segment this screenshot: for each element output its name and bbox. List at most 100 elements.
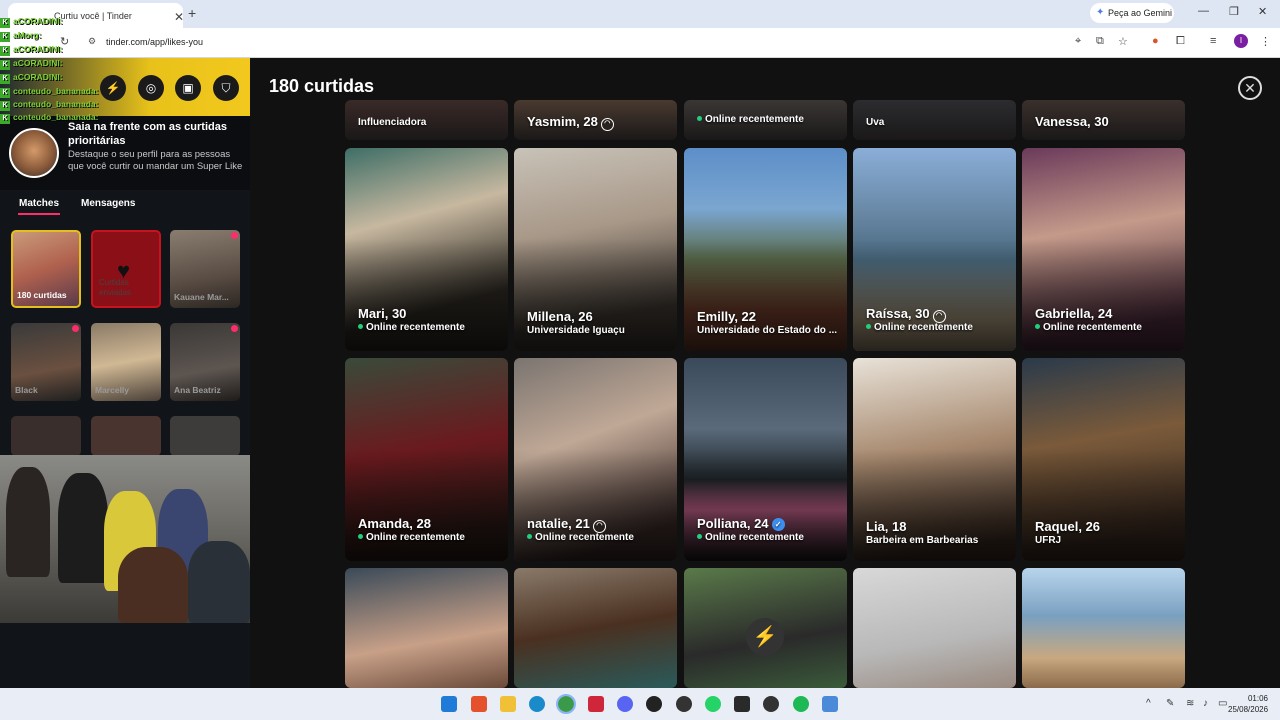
profile-card[interactable]: Yasmim, 28 ◠ xyxy=(514,100,677,140)
profile-card[interactable]: Mari, 30 Online recentemente xyxy=(345,148,508,351)
profile-card[interactable]: Raquel, 26 UFRJ xyxy=(1022,358,1185,561)
tray-chevron-icon[interactable]: ^ xyxy=(1146,698,1151,709)
wifi-icon[interactable]: ≋ xyxy=(1186,698,1194,709)
card-name: Emilly, 22 xyxy=(697,309,757,324)
volume-icon[interactable]: ♪ xyxy=(1203,698,1208,709)
match-thumb[interactable]: Black xyxy=(11,323,81,401)
profile-card[interactable]: Uva xyxy=(853,100,1016,140)
terminal-icon[interactable] xyxy=(734,696,750,712)
battery-icon[interactable]: ▭ xyxy=(1218,698,1227,709)
work-button[interactable]: ▣ xyxy=(175,75,201,101)
profile-card[interactable]: Vanessa, 30 xyxy=(1022,100,1185,140)
profile-card[interactable]: Online recentemente xyxy=(684,100,847,140)
close-button[interactable]: ✕ xyxy=(1238,76,1262,100)
match-thumb[interactable]: Kauane Mar... xyxy=(170,230,240,308)
safety-button[interactable]: ⛉ xyxy=(213,75,239,101)
page-title: 180 curtidas xyxy=(269,76,375,96)
whatsapp-icon[interactable] xyxy=(705,696,721,712)
compass-icon: ◎ xyxy=(145,81,157,95)
clock[interactable]: 01:06 25/08/2026 xyxy=(1228,693,1268,715)
extension-flame-icon[interactable]: ● xyxy=(1152,35,1159,47)
file-explorer-icon[interactable] xyxy=(500,696,516,712)
profile-card[interactable]: Polliana, 24 ✓ Online recentemente xyxy=(684,358,847,561)
match-name: Black xyxy=(15,385,38,395)
window-close-icon[interactable]: ✕ xyxy=(1258,5,1267,18)
match-thumb[interactable] xyxy=(170,416,240,456)
card-name: natalie, 21 ◠ xyxy=(527,516,606,533)
gemini-button[interactable]: ✦ Peça ao Gemini xyxy=(1090,3,1174,23)
match-thumb[interactable]: Ana Beatriz xyxy=(170,323,240,401)
explore-button[interactable]: ◎ xyxy=(138,75,164,101)
person-silhouette xyxy=(6,467,50,577)
profile-card[interactable]: natalie, 21 ◠ Online recentemente xyxy=(514,358,677,561)
profile-card[interactable]: Gabriella, 24 Online recentemente xyxy=(1022,148,1185,351)
obs-icon[interactable] xyxy=(646,696,662,712)
profile-card[interactable] xyxy=(1022,568,1185,688)
match-thumb[interactable] xyxy=(91,416,161,456)
pen-icon[interactable]: ✎ xyxy=(1166,698,1174,709)
card-name: Raquel, 26 xyxy=(1035,519,1101,534)
bookmark-star-icon[interactable]: ☆ xyxy=(1118,35,1128,48)
profile-card[interactable]: Raíssa, 30 ◠ Online recentemente xyxy=(853,148,1016,351)
minimize-icon[interactable]: — xyxy=(1198,5,1209,17)
profile-card[interactable]: Millena, 26 Universidade Iguaçu xyxy=(514,148,677,351)
profile-avatar[interactable]: I xyxy=(1234,34,1248,48)
discord-icon[interactable] xyxy=(617,696,633,712)
new-tab-icon[interactable]: + xyxy=(188,5,196,21)
card-name: Millena, 26 xyxy=(527,309,593,324)
shield-icon: ⛉ xyxy=(221,81,231,95)
menu-icon[interactable]: ⋮ xyxy=(1260,35,1271,48)
gemini-icon: ✦ xyxy=(1096,7,1105,18)
boost-fab[interactable]: ⚡ xyxy=(746,618,784,656)
match-thumb[interactable] xyxy=(11,416,81,456)
site-info-icon[interactable]: ⚙ xyxy=(88,36,96,47)
lightning-icon: ⚡ xyxy=(752,626,778,648)
interests-icon: ◠ xyxy=(600,118,614,131)
profile-card[interactable] xyxy=(853,568,1016,688)
location-icon[interactable]: ⌖ xyxy=(1075,35,1081,48)
media-icon[interactable]: ≡ xyxy=(1210,35,1216,47)
match-thumb[interactable]: Marcelly xyxy=(91,323,161,401)
new-match-dot xyxy=(72,325,79,332)
tab-matches[interactable]: Matches xyxy=(19,198,59,209)
edge-icon[interactable] xyxy=(529,696,545,712)
match-name: Marcelly xyxy=(95,385,130,395)
app-icon[interactable] xyxy=(588,696,604,712)
windows-taskbar: ^ ✎ ≋ ♪ ▭ 01:06 25/08/2026 xyxy=(0,688,1280,720)
card-name: Raíssa, 30 ◠ xyxy=(866,306,946,323)
briefcase-icon: ▣ xyxy=(182,81,194,95)
chrome-icon[interactable] xyxy=(556,694,576,714)
card-name: Polliana, 24 ✓ xyxy=(697,516,785,531)
url-field[interactable]: tinder.com/app/likes-you xyxy=(106,37,203,47)
browser-tab[interactable]: Curtiu você | Tinder ✕ xyxy=(8,3,184,28)
profile-card[interactable]: Amanda, 28 Online recentemente xyxy=(345,358,508,561)
boost-button[interactable]: ⚡ xyxy=(100,75,126,101)
brave-icon[interactable] xyxy=(471,696,487,712)
tab-messages[interactable]: Mensagens xyxy=(81,198,135,209)
tab-close-icon[interactable]: ✕ xyxy=(174,10,184,24)
match-name: Ana Beatriz xyxy=(174,385,221,395)
maximize-icon[interactable]: ❐ xyxy=(1229,5,1239,18)
extensions-icon[interactable]: ⧠ xyxy=(1176,35,1185,48)
reload-icon[interactable]: ↻ xyxy=(60,35,69,48)
app-icon[interactable] xyxy=(763,696,779,712)
start-icon[interactable] xyxy=(441,696,457,712)
profile-card[interactable]: Lia, 18 Barbeira em Barbearias xyxy=(853,358,1016,561)
spotify-icon[interactable] xyxy=(793,696,809,712)
profile-card[interactable]: Emilly, 22 Universidade do Estado do ... xyxy=(684,148,847,351)
promo-title: Saia na frente com as curtidas prioritár… xyxy=(68,121,227,147)
profile-card[interactable]: Influenciadora xyxy=(345,100,508,140)
online-dot xyxy=(527,534,532,539)
secret-likes-thumb[interactable]: ♥ Curtidas enviadas xyxy=(91,230,161,308)
github-icon[interactable] xyxy=(676,696,692,712)
profile-card[interactable] xyxy=(345,568,508,688)
card-name: Amanda, 28 xyxy=(358,516,431,531)
profile-card[interactable] xyxy=(514,568,677,688)
active-tab-indicator xyxy=(18,213,60,215)
likes-count-thumb[interactable]: 180 curtidas xyxy=(11,230,81,308)
install-icon[interactable]: ⧉ xyxy=(1096,35,1104,48)
card-name: Yasmim, 28 ◠ xyxy=(527,114,614,131)
notepad-icon[interactable] xyxy=(822,696,838,712)
person-silhouette xyxy=(118,547,188,623)
online-dot xyxy=(358,534,363,539)
